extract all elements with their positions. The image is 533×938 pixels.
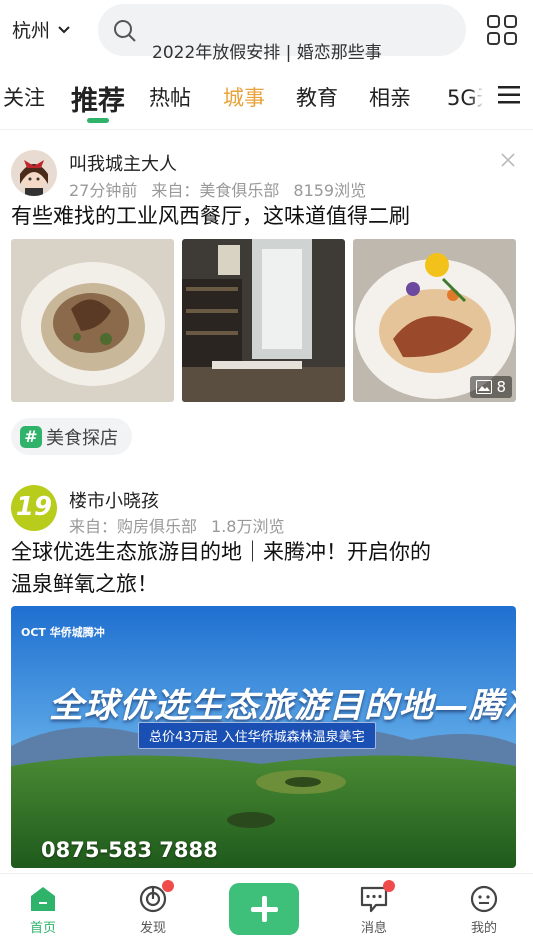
tab-education[interactable]: 教育	[296, 82, 338, 112]
post-source[interactable]: 来自：美食俱乐部	[151, 181, 279, 200]
ad-banner[interactable]: OCT 华侨城腾冲 全球优选生态旅游目的地—腾冲 总价43万起 入住华侨城森林温…	[11, 606, 516, 868]
nav-discover[interactable]: 发现	[118, 880, 188, 936]
post-photo[interactable]	[11, 239, 174, 402]
topic-tag[interactable]: # 美食探店	[11, 418, 132, 455]
tab-dating[interactable]: 相亲	[369, 82, 411, 112]
author-name[interactable]: 楼市小晓孩	[69, 487, 159, 513]
nav-label: 发现	[139, 921, 166, 936]
post-title-line: 温泉鲜氧之旅！	[11, 572, 158, 596]
post-photo[interactable]	[182, 239, 345, 402]
post-time: 27分钟前	[69, 181, 138, 200]
avatar-text: 19	[15, 492, 53, 522]
tab-hot-posts[interactable]: 热帖	[149, 82, 191, 112]
home-icon	[28, 884, 58, 914]
tab-follow[interactable]: 关注	[3, 82, 45, 112]
post-title[interactable]: 有些难找的工业风西餐厅，这味道值得二刷	[11, 200, 410, 232]
top-bar: 杭州 2022年放假安排 | 婚恋那些事	[0, 0, 533, 63]
search-bar[interactable]: 2022年放假安排 | 婚恋那些事	[98, 4, 466, 63]
menu-icon	[498, 86, 520, 104]
profile-icon	[469, 884, 499, 914]
notification-dot	[383, 880, 395, 892]
message-icon	[359, 880, 395, 914]
search-icon	[114, 20, 136, 42]
restaurant-interior-image	[182, 239, 345, 402]
nav-profile[interactable]: 我的	[449, 884, 519, 936]
banner-subtitle: 总价43万起 入住华侨城森林温泉美宅	[138, 722, 376, 749]
banner-phone[interactable]: 0875-583 7888	[41, 838, 218, 862]
image-count-badge: 8	[470, 376, 512, 398]
post-meta: 来自：购房俱乐部 1.8万浏览	[69, 513, 298, 537]
post-photo[interactable]: 8	[353, 239, 516, 402]
banner-headline: 全球优选生态旅游目的地—腾冲	[49, 686, 516, 726]
post-title-line: 全球优选生态旅游目的地｜来腾冲！开启你的	[11, 540, 431, 564]
brand-logo: OCT 华侨城腾冲	[21, 626, 105, 639]
avatar-image	[11, 150, 57, 196]
avatar[interactable]: 19	[11, 485, 57, 531]
city-selector[interactable]: 杭州	[12, 16, 70, 43]
chevron-down-icon	[58, 25, 70, 33]
tab-menu-button[interactable]	[482, 62, 533, 128]
tab-city-news[interactable]: 城事	[223, 82, 265, 112]
post-create-button[interactable]	[229, 883, 299, 935]
hashtag-icon: #	[20, 425, 42, 448]
nav-home[interactable]: 首页	[8, 884, 78, 936]
tab-recommend[interactable]: 推荐	[71, 79, 125, 118]
nav-messages[interactable]: 消息	[339, 880, 409, 936]
topic-label: 美食探店	[46, 427, 118, 449]
notification-dot	[162, 880, 174, 892]
image-count: 8	[496, 378, 506, 396]
author-name[interactable]: 叫我城主大人	[69, 150, 177, 176]
nav-label: 我的	[470, 921, 497, 936]
city-label: 杭州	[12, 20, 51, 42]
post-views: 1.8万浏览	[211, 517, 285, 536]
avatar[interactable]	[11, 150, 57, 196]
nav-label: 首页	[29, 921, 56, 936]
search-hint: 2022年放假安排 | 婚恋那些事	[152, 43, 382, 63]
scan-grid-icon[interactable]	[486, 14, 518, 46]
post-title[interactable]: 全球优选生态旅游目的地｜来腾冲！开启你的 温泉鲜氧之旅！	[11, 536, 431, 600]
active-tab-indicator	[87, 118, 109, 123]
post-meta: 27分钟前 来自：美食俱乐部 8159浏览	[69, 177, 380, 201]
discover-icon	[138, 880, 174, 914]
close-icon[interactable]	[500, 152, 516, 168]
channel-tabs: 关注 推荐 热帖 城事 教育 相亲 5G无	[0, 62, 533, 130]
gallery-icon	[476, 380, 493, 394]
bottom-nav: 首页 发现 消息 我的	[0, 873, 533, 938]
nav-label: 消息	[360, 921, 387, 936]
plus-icon	[251, 896, 278, 922]
risotto-image	[11, 239, 174, 402]
post-source[interactable]: 来自：购房俱乐部	[69, 517, 197, 536]
post-views: 8159浏览	[293, 181, 367, 200]
